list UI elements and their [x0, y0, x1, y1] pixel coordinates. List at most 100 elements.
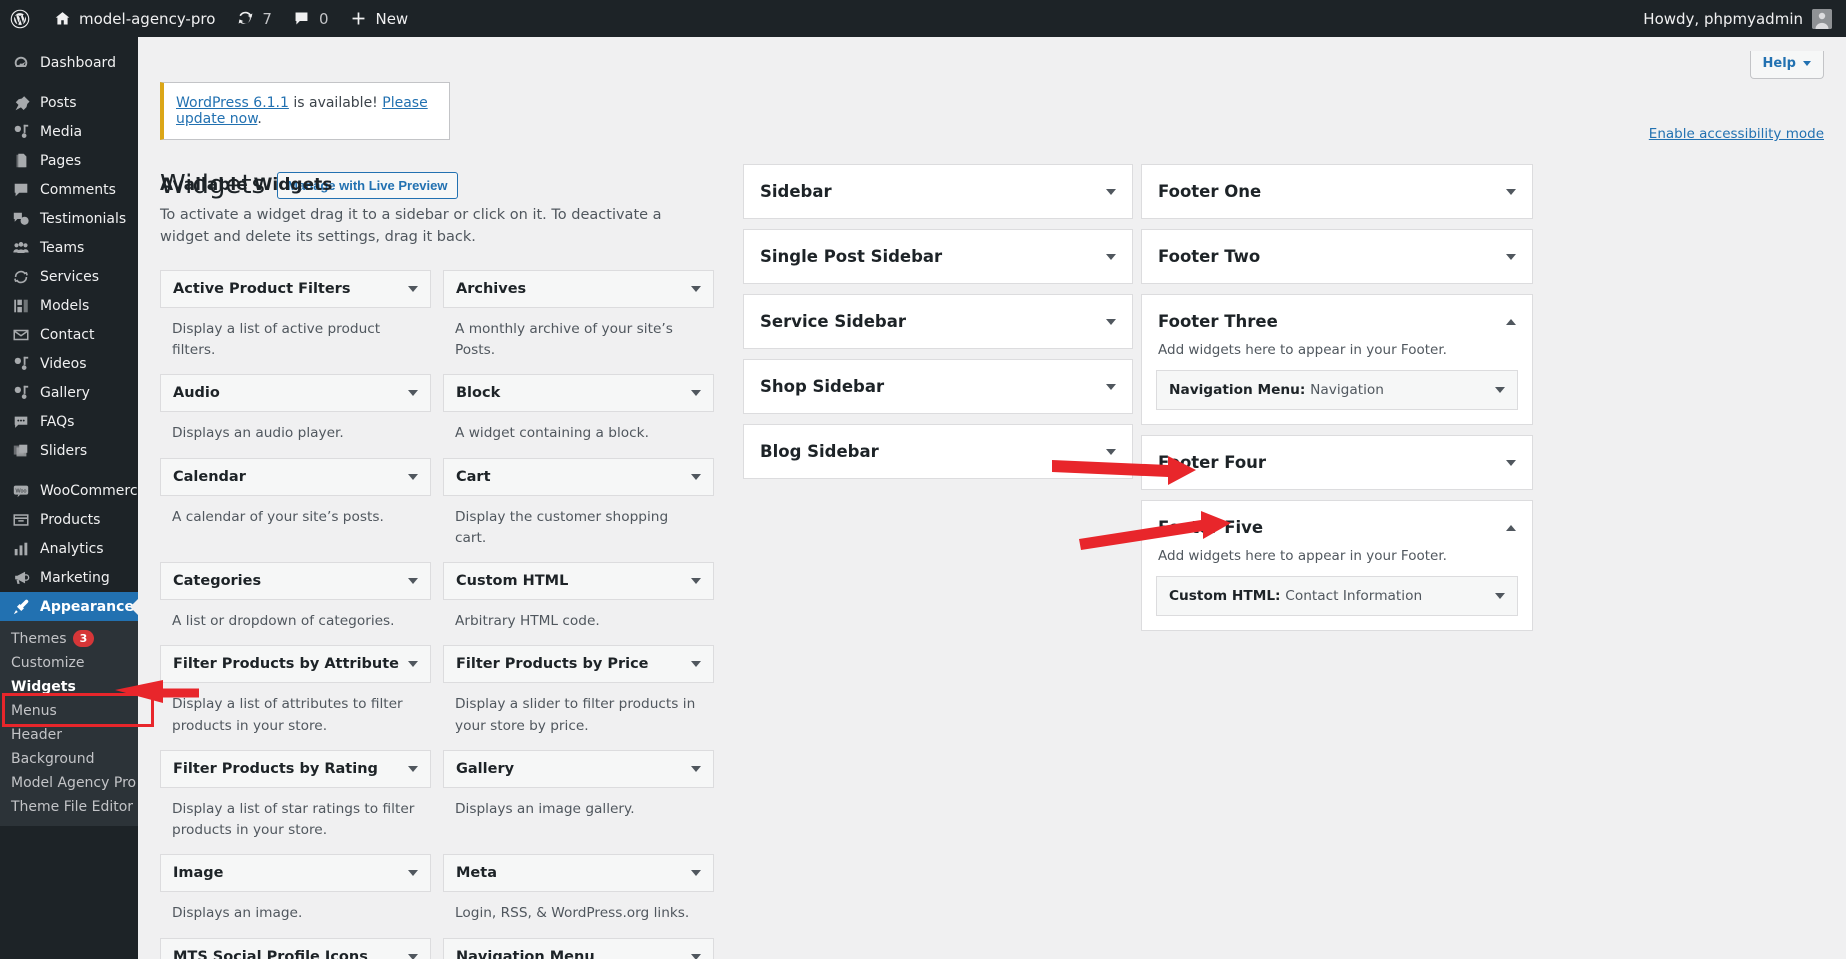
- widget-card-header[interactable]: Gallery: [443, 749, 714, 788]
- sidebar-item-dashboard[interactable]: Dashboard: [0, 48, 138, 77]
- chevron-down-icon[interactable]: [408, 661, 418, 668]
- widget-card[interactable]: Gallery Displays an image gallery.: [443, 749, 714, 854]
- widget-card-header[interactable]: Block: [443, 374, 714, 413]
- widget-card[interactable]: Filter Products by Rating Display a list…: [160, 749, 431, 854]
- widget-card-header[interactable]: Filter Products by Price: [443, 645, 714, 684]
- chevron-up-icon[interactable]: [1506, 524, 1516, 531]
- chevron-down-icon[interactable]: [691, 473, 701, 480]
- widget-card[interactable]: MTS Social Profile Icons Show profile ic…: [160, 937, 431, 959]
- chevron-down-icon[interactable]: [1106, 448, 1116, 455]
- chevron-down-icon[interactable]: [691, 661, 701, 668]
- widget-card[interactable]: Categories A list or dropdown of categor…: [160, 562, 431, 645]
- sidebar-area-header[interactable]: Single Post Sidebar: [744, 230, 1132, 283]
- sidebar-area-service-sidebar[interactable]: Service Sidebar: [743, 294, 1133, 349]
- chevron-down-icon[interactable]: [408, 953, 418, 959]
- sidebar-item-testimonials[interactable]: Testimonials: [0, 204, 138, 233]
- chevron-down-icon[interactable]: [691, 870, 701, 877]
- wordpress-logo-button[interactable]: [0, 0, 42, 37]
- widget-card-header[interactable]: Cart: [443, 457, 714, 496]
- chevron-down-icon[interactable]: [408, 578, 418, 585]
- sidebar-area-sidebar[interactable]: Sidebar: [743, 164, 1133, 219]
- widget-card-header[interactable]: Active Product Filters: [160, 269, 431, 308]
- comments-button[interactable]: 0: [282, 0, 339, 37]
- sidebar-area-shop-sidebar[interactable]: Shop Sidebar: [743, 359, 1133, 414]
- sidebar-area-blog-sidebar[interactable]: Blog Sidebar: [743, 424, 1133, 479]
- chevron-up-icon[interactable]: [1506, 318, 1516, 325]
- enable-accessibility-mode-link[interactable]: Enable accessibility mode: [1649, 126, 1824, 142]
- widget-card[interactable]: Active Product Filters Display a list of…: [160, 269, 431, 374]
- my-account-menu[interactable]: Howdy, phpmyadmin: [1633, 0, 1846, 37]
- sidebar-area-header[interactable]: Footer Three: [1142, 295, 1532, 348]
- sidebar-item-pages[interactable]: Pages: [0, 146, 138, 175]
- chevron-down-icon[interactable]: [408, 285, 418, 292]
- widget-card[interactable]: Image Displays an image.: [160, 854, 431, 937]
- sidebar-item-teams[interactable]: Teams: [0, 233, 138, 262]
- sidebar-item-services[interactable]: Services: [0, 262, 138, 291]
- chevron-down-icon[interactable]: [408, 390, 418, 397]
- sidebar-item-videos[interactable]: Videos: [0, 349, 138, 378]
- widget-card[interactable]: Audio Displays an audio player.: [160, 374, 431, 457]
- assigned-widget-custom-html[interactable]: Custom HTML: Contact Information: [1156, 576, 1518, 616]
- widget-card-header[interactable]: Calendar: [160, 457, 431, 496]
- sidebar-area-footer-four[interactable]: Footer Four: [1141, 435, 1533, 490]
- chevron-down-icon[interactable]: [1106, 253, 1116, 260]
- sidebar-item-products[interactable]: Products: [0, 505, 138, 534]
- sidebar-item-appearance[interactable]: Appearance: [0, 592, 138, 621]
- sidebar-item-analytics[interactable]: Analytics: [0, 534, 138, 563]
- wordpress-version-link[interactable]: WordPress 6.1.1: [176, 95, 289, 111]
- chevron-down-icon[interactable]: [691, 953, 701, 959]
- chevron-down-icon[interactable]: [691, 390, 701, 397]
- sidebar-item-media[interactable]: Media: [0, 117, 138, 146]
- chevron-down-icon[interactable]: [1106, 318, 1116, 325]
- chevron-down-icon[interactable]: [1495, 387, 1505, 393]
- widget-card[interactable]: Meta Login, RSS, & WordPress.org links.: [443, 854, 714, 937]
- sidebar-area-footer-three[interactable]: Footer Three Add widgets here to appear …: [1141, 294, 1533, 425]
- widget-card-header[interactable]: Image: [160, 854, 431, 893]
- chevron-down-icon[interactable]: [1506, 188, 1516, 195]
- sidebar-item-model-agency-pro[interactable]: Model Agency Pro: [0, 771, 138, 795]
- chevron-down-icon[interactable]: [408, 473, 418, 480]
- sidebar-area-header[interactable]: Footer Five: [1142, 501, 1532, 554]
- sidebar-item-contact[interactable]: Contact: [0, 320, 138, 349]
- sidebar-area-header[interactable]: Sidebar: [744, 165, 1132, 218]
- widget-card[interactable]: Filter Products by Attribute Display a l…: [160, 645, 431, 749]
- chevron-down-icon[interactable]: [1495, 593, 1505, 599]
- sidebar-area-header[interactable]: Service Sidebar: [744, 295, 1132, 348]
- chevron-down-icon[interactable]: [691, 765, 701, 772]
- chevron-down-icon[interactable]: [408, 765, 418, 772]
- sidebar-item-comments[interactable]: Comments: [0, 175, 138, 204]
- assigned-widget-navigation-menu[interactable]: Navigation Menu: Navigation: [1156, 370, 1518, 410]
- site-name-menu[interactable]: model-agency-pro: [42, 0, 225, 37]
- widget-card-header[interactable]: Filter Products by Attribute: [160, 645, 431, 684]
- sidebar-item-marketing[interactable]: Marketing: [0, 563, 138, 592]
- widget-card-header[interactable]: Filter Products by Rating: [160, 749, 431, 788]
- widget-card-header[interactable]: Audio: [160, 374, 431, 413]
- widget-card-header[interactable]: Meta: [443, 854, 714, 893]
- new-content-button[interactable]: New: [338, 0, 418, 37]
- widget-card-header[interactable]: Custom HTML: [443, 562, 714, 601]
- sidebar-area-header[interactable]: Blog Sidebar: [744, 425, 1132, 478]
- chevron-down-icon[interactable]: [1106, 188, 1116, 195]
- sidebar-item-header[interactable]: Header: [0, 723, 138, 747]
- sidebar-item-customize[interactable]: Customize: [0, 651, 138, 675]
- widget-card[interactable]: Custom HTML Arbitrary HTML code.: [443, 562, 714, 645]
- widget-card-header[interactable]: Categories: [160, 562, 431, 601]
- updates-button[interactable]: 7: [225, 0, 282, 37]
- sidebar-item-widgets[interactable]: Widgets: [0, 675, 138, 699]
- widget-card-header[interactable]: Navigation Menu: [443, 937, 714, 959]
- sidebar-item-posts[interactable]: Posts: [0, 88, 138, 117]
- chevron-down-icon[interactable]: [1106, 383, 1116, 390]
- help-tab-button[interactable]: Help: [1749, 51, 1824, 79]
- sidebar-item-gallery[interactable]: Gallery: [0, 378, 138, 407]
- sidebar-item-woocommerce[interactable]: Woo WooCommerce: [0, 476, 146, 505]
- sidebar-item-theme-file-editor[interactable]: Theme File Editor: [0, 795, 138, 819]
- sidebar-item-faqs[interactable]: FAQs: [0, 407, 138, 436]
- sidebar-area-header[interactable]: Shop Sidebar: [744, 360, 1132, 413]
- widget-card[interactable]: Cart Display the customer shopping cart.: [443, 457, 714, 562]
- sidebar-item-menus[interactable]: Menus: [0, 699, 138, 723]
- sidebar-area-single-post-sidebar[interactable]: Single Post Sidebar: [743, 229, 1133, 284]
- sidebar-area-header[interactable]: Footer Four: [1142, 436, 1532, 489]
- sidebar-item-background[interactable]: Background: [0, 747, 138, 771]
- chevron-down-icon[interactable]: [691, 578, 701, 585]
- sidebar-item-sliders[interactable]: Sliders: [0, 436, 138, 465]
